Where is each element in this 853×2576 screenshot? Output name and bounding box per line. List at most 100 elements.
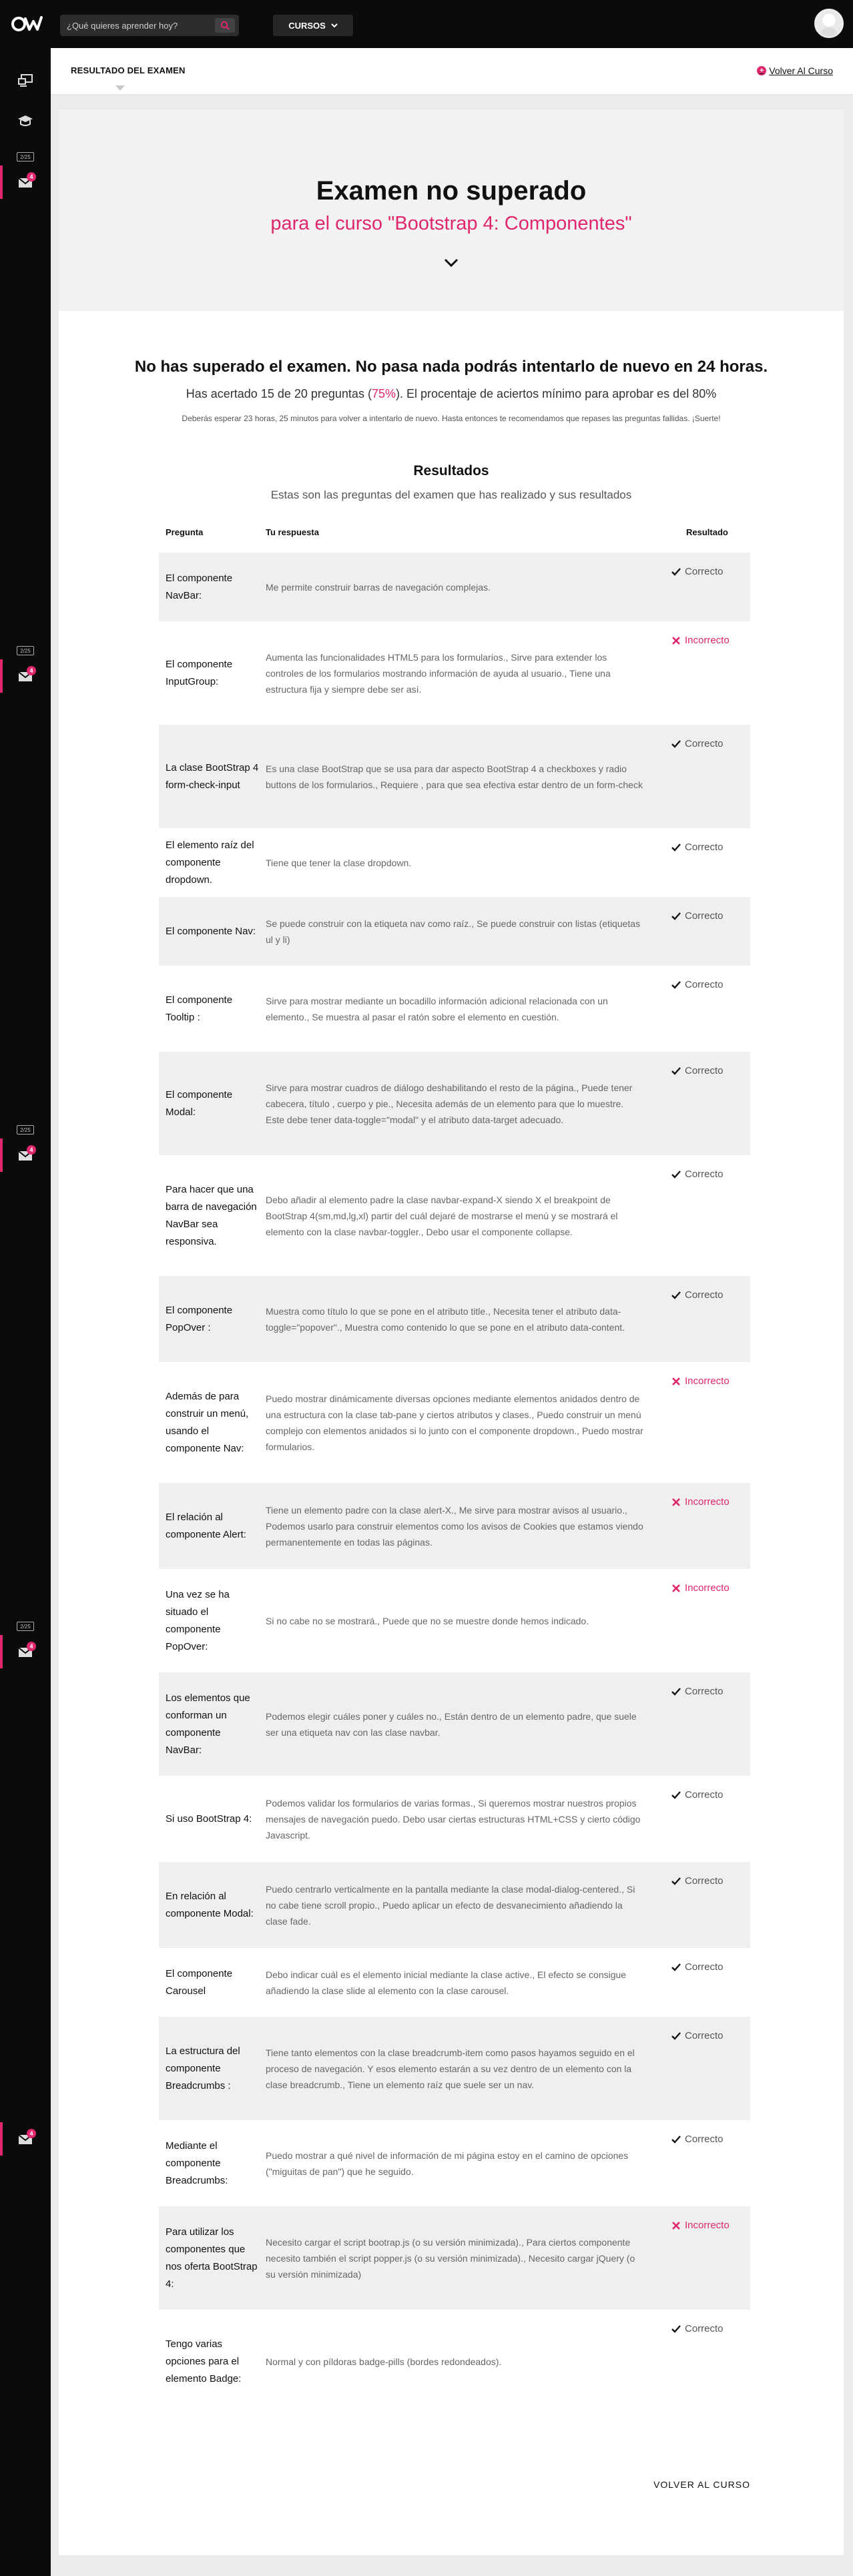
check-icon [671, 1687, 681, 1696]
score-suffix: ). El procentaje de aciertos mínimo para… [395, 387, 717, 400]
row-question: La estructura del componente Breadcrumbs… [166, 2045, 240, 2091]
sidebar-item-inbox[interactable]: 4 [0, 659, 51, 693]
search-box [60, 15, 239, 36]
top-bar: CURSOS [0, 0, 853, 48]
chevron-down-icon [331, 23, 338, 28]
row-answer: Se puede construir con la etiqueta nav c… [266, 918, 641, 945]
courses-dropdown[interactable]: CURSOS [273, 15, 353, 36]
sidebar-item-courses[interactable] [0, 64, 51, 97]
table-row: El componente NavBar: Me permite construi… [159, 553, 750, 621]
page-title: Examen no superado [316, 176, 587, 206]
result-incorrect: Incorrecto [671, 1496, 730, 1508]
progress-chip: 2/25 [17, 152, 34, 162]
back-to-course-label: Volver Al Curso [769, 65, 833, 76]
row-answer: Normal y con píldoras badge-pills (borde… [266, 2356, 502, 2367]
score-prefix: Has acertado 15 de 20 preguntas ( [186, 387, 372, 400]
result-label: Correcto [685, 979, 724, 990]
result-label: Correcto [685, 910, 724, 922]
result-label: Correcto [685, 1289, 724, 1301]
row-answer: Aumenta las funcionalidades HTML5 para l… [266, 652, 611, 695]
table-row: Una vez se ha situado el componente PopO… [159, 1569, 750, 1672]
result-correct: Correcto [671, 842, 724, 853]
sidebar-item-inbox[interactable]: 4 [0, 2122, 51, 2156]
row-question: El componente NavBar: [166, 573, 233, 601]
row-question: Para hacer que una barra de navegación N… [166, 1184, 257, 1247]
check-icon [671, 1963, 681, 1971]
result-label: Correcto [685, 1169, 724, 1180]
row-answer: Puedo centrarlo verticalmente en la pant… [266, 1884, 635, 1927]
row-answer: Puedo mostrar dinámicamente diversas opc… [266, 1393, 643, 1452]
table-row: Para hacer que una barra de navegación N… [159, 1155, 750, 1276]
check-icon [671, 1291, 681, 1299]
inbox-badge: 4 [27, 1642, 36, 1651]
cross-icon [672, 2221, 680, 2230]
row-answer: Tiene que tener la clase dropdown. [266, 858, 412, 868]
table-row: Además de para construir un menú, usando… [159, 1362, 750, 1483]
search-input[interactable] [60, 15, 211, 36]
table-row: El componente Tooltip : Sirve para mostra… [159, 966, 750, 1052]
row-question: Tengo varias opciones para el elemento B… [166, 2338, 242, 2384]
result-label: Incorrecto [685, 1375, 730, 1387]
sidebar-item-inbox[interactable]: 4 [0, 1139, 51, 1172]
result-label: Correcto [685, 2030, 724, 2041]
result-label: Incorrecto [685, 1582, 730, 1594]
row-answer: Sirve para mostrar cuadros de diálogo de… [266, 1082, 633, 1125]
result-label: Incorrecto [685, 1496, 730, 1508]
result-label: Correcto [685, 2134, 724, 2145]
retry-note: Deberás esperar 23 horas, 25 minutos par… [182, 414, 721, 423]
result-correct: Correcto [671, 979, 724, 990]
sidebar: 2/25 4 2/25 4 2/25 4 2/25 4 4 [0, 48, 51, 2576]
exam-verdict: No has superado el examen. No pasa nada … [134, 358, 768, 376]
course-subtitle: para el curso "Bootstrap 4: Componentes" [270, 213, 632, 234]
inbox-badge: 4 [27, 172, 36, 182]
sidebar-item-inbox[interactable]: 4 [0, 166, 51, 199]
exam-score: Has acertado 15 de 20 preguntas (75%). E… [59, 387, 844, 401]
inbox-badge: 4 [27, 1145, 36, 1155]
check-icon [671, 2031, 681, 2040]
search-button[interactable] [215, 18, 235, 33]
result-label: Correcto [685, 1686, 724, 1697]
result-correct: Correcto [671, 1789, 724, 1801]
user-avatar[interactable] [814, 9, 844, 38]
table-row: Para utilizar los componentes que nos of… [159, 2206, 750, 2310]
table-row: Si uso BootStrap 4: Podemos validar los f… [159, 1776, 750, 1862]
monitor-icon [18, 74, 33, 87]
result-correct: Correcto [671, 1686, 724, 1697]
graduation-cap-icon [18, 115, 33, 126]
result-correct: Correcto [671, 2030, 724, 2041]
chevron-down-icon[interactable] [441, 256, 461, 270]
cross-icon [672, 636, 680, 645]
results-table-header: Pregunta Tu respuesta Resultado [159, 527, 750, 543]
column-header-result: Resultado [686, 527, 728, 537]
table-row: El elemento raíz del componente dropdown… [159, 828, 750, 897]
inbox-badge: 4 [27, 666, 36, 675]
results-card: Examen no superado para el curso "Bootst… [59, 109, 844, 2555]
table-row: Mediante el componente Breadcrumbs: Puedo… [159, 2120, 750, 2206]
row-answer: Me permite construir barras de navegació… [266, 582, 491, 593]
sidebar-item-graduation[interactable] [0, 104, 51, 137]
table-row: La clase BootStrap 4 form-check-input Es … [159, 725, 750, 828]
row-answer: Podemos validar los formularios de varia… [266, 1798, 641, 1841]
row-answer: Es una clase BootStrap que se usa para d… [266, 763, 643, 790]
result-label: Correcto [685, 842, 724, 853]
check-icon [671, 1170, 681, 1179]
row-question: La clase BootStrap 4 form-check-input [166, 762, 259, 791]
table-row: El componente Modal: Sirve para mostrar c… [159, 1052, 750, 1155]
back-to-course-link[interactable]: + Volver Al Curso [757, 65, 833, 76]
result-label: Correcto [685, 1789, 724, 1801]
sidebar-item-inbox[interactable]: 4 [0, 1635, 51, 1668]
result-correct: Correcto [671, 1961, 724, 1973]
result-label: Correcto [685, 1065, 724, 1076]
column-header-answer: Tu respuesta [266, 527, 319, 537]
results-subtitle: Estas son las preguntas del examen que h… [270, 489, 632, 501]
result-incorrect: Incorrecto [671, 635, 730, 646]
row-question: Para utilizar los componentes que nos of… [166, 2226, 258, 2290]
result-correct: Correcto [671, 910, 724, 922]
brand-logo[interactable] [11, 13, 43, 33]
check-icon [671, 912, 681, 920]
result-correct: Correcto [671, 1289, 724, 1301]
check-icon [671, 567, 681, 576]
progress-chip: 2/25 [17, 1622, 34, 1631]
back-to-course-button[interactable]: VOLVER AL CURSO [653, 2479, 750, 2490]
cross-icon [672, 1584, 680, 1592]
